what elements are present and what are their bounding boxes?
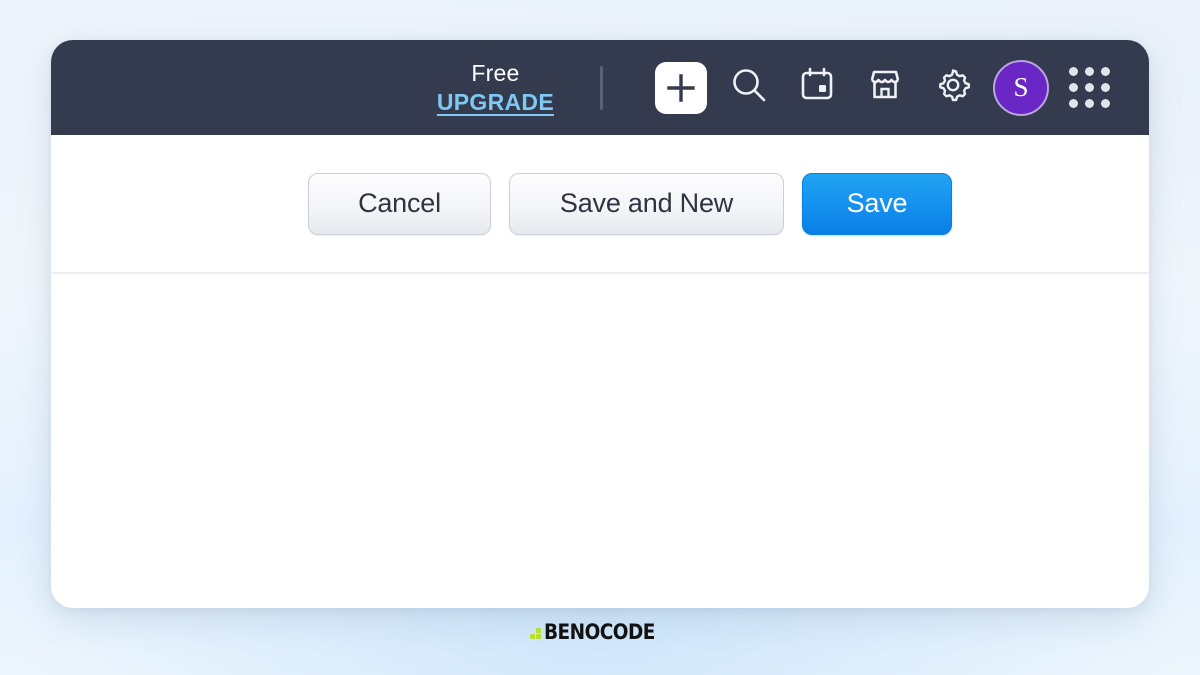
calendar-button[interactable]	[783, 54, 851, 122]
form-action-bar: Cancel Save and New Save	[51, 135, 1149, 274]
brand-name: BENOCODE	[543, 620, 655, 644]
settings-button[interactable]	[919, 54, 987, 122]
add-button[interactable]	[647, 54, 715, 122]
plan-status-block: Free UPGRADE	[437, 59, 554, 114]
marketplace-button[interactable]	[851, 54, 919, 122]
marketplace-icon	[864, 64, 906, 111]
topbar-content: Free UPGRADE S	[437, 54, 1123, 122]
save-button[interactable]: Save	[802, 172, 952, 235]
top-navigation-bar: Free UPGRADE S	[51, 40, 1149, 135]
app-grid-button[interactable]	[1055, 54, 1123, 122]
user-avatar-button[interactable]: S	[987, 54, 1055, 122]
app-window: Free UPGRADE S Cancel Save and New Save	[51, 40, 1149, 608]
search-button[interactable]	[715, 54, 783, 122]
search-icon	[728, 64, 770, 111]
form-content-area	[51, 274, 1149, 606]
calendar-icon	[796, 64, 838, 111]
add-icon	[655, 61, 707, 114]
upgrade-link[interactable]: UPGRADE	[437, 90, 554, 114]
benocode-logo: BENOCODE	[529, 620, 670, 644]
avatar: S	[993, 59, 1049, 116]
page-footer: BENOCODE	[0, 620, 1200, 644]
plan-label: Free	[471, 59, 520, 86]
cancel-button[interactable]: Cancel	[308, 172, 491, 235]
topbar-divider	[600, 65, 603, 110]
gear-icon	[932, 64, 974, 111]
logo-dots-icon	[529, 622, 545, 644]
app-grid-icon	[1068, 67, 1110, 108]
topbar-icon-group: S	[647, 54, 1123, 122]
save-and-new-button[interactable]: Save and New	[509, 172, 784, 235]
